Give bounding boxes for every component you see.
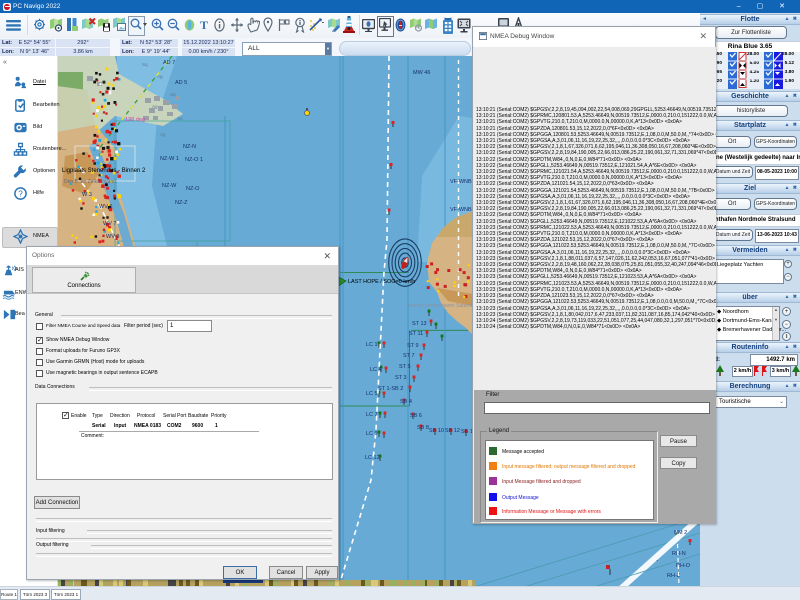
svg-text:VF-WNB: VF-WNB (450, 179, 472, 185)
svg-text:VF-WNB: VF-WNB (450, 207, 472, 213)
svg-text:LAST HOPE / SOG=0 km/h: LAST HOPE / SOG=0 km/h (348, 279, 415, 285)
svg-text:ST 13: ST 13 (412, 321, 427, 327)
svg-text:AD 7: AD 7 (163, 60, 175, 66)
svg-text:LC 7: LC 7 (366, 412, 378, 418)
svg-text:Sq: Sq (177, 116, 183, 121)
svg-text:LC 4: LC 4 (370, 367, 382, 373)
svg-text:MW 46: MW 46 (413, 70, 430, 76)
svg-text:LC 1: LC 1 (366, 342, 378, 348)
svg-text:WV 6: WV 6 (99, 204, 112, 210)
svg-text:SB 10: SB 10 (429, 428, 444, 434)
svg-text:ST 5: ST 5 (399, 364, 411, 370)
svg-text:SB 8: SB 8 (417, 425, 429, 431)
svg-text:Ag: Ag (157, 74, 163, 79)
svg-text:NZ-N: NZ-N (183, 144, 196, 150)
svg-text:NZ-W 1: NZ-W 1 (160, 156, 179, 162)
svg-text:NZ-O 1: NZ-O 1 (185, 157, 203, 163)
svg-text:SB 12: SB 12 (445, 428, 460, 434)
svg-text:RH-N: RH-N (672, 551, 686, 557)
svg-text:SB 4: SB 4 (400, 399, 412, 405)
svg-text:138 deg: 138 deg (125, 117, 145, 123)
svg-text:WV 7: WV 7 (103, 221, 116, 227)
svg-text:NZ-W: NZ-W (162, 183, 177, 189)
svg-text:LC 5: LC 5 (366, 391, 378, 397)
svg-text:Sq: Sq (142, 62, 148, 67)
svg-text:ST 7: ST 7 (403, 353, 415, 359)
svg-text:NZ-Z: NZ-Z (175, 200, 188, 206)
svg-text:W 3: W 3 (82, 192, 92, 198)
svg-text:NZ-O: NZ-O (186, 186, 200, 192)
svg-text:ST 9: ST 9 (407, 343, 419, 349)
svg-text:WV 9: WV 9 (106, 234, 119, 240)
svg-text:ST 11: ST 11 (409, 331, 423, 337)
svg-text:Ligplaats Stenendus - Binnen 2: Ligplaats Stenendus - Binnen 2 (62, 168, 146, 174)
svg-text:LC 12: LC 12 (365, 455, 380, 461)
svg-text:ST 1-SB 2: ST 1-SB 2 (378, 386, 403, 392)
svg-text:Ag: Ag (152, 104, 158, 109)
svg-text:Sq: Sq (170, 92, 176, 97)
svg-text:Den B. en Zelke invaart.: Den B. en Zelke invaart. (64, 179, 118, 185)
svg-text:AD 5: AD 5 (175, 80, 187, 86)
svg-text:?: ? (18, 188, 23, 198)
svg-text:Ag: Ag (160, 132, 166, 137)
svg-text:ST 3: ST 3 (395, 375, 407, 381)
svg-text:SB 6: SB 6 (410, 413, 422, 419)
svg-text:LC 9: LC 9 (366, 431, 378, 437)
svg-text:NM 2: NM 2 (674, 530, 687, 536)
